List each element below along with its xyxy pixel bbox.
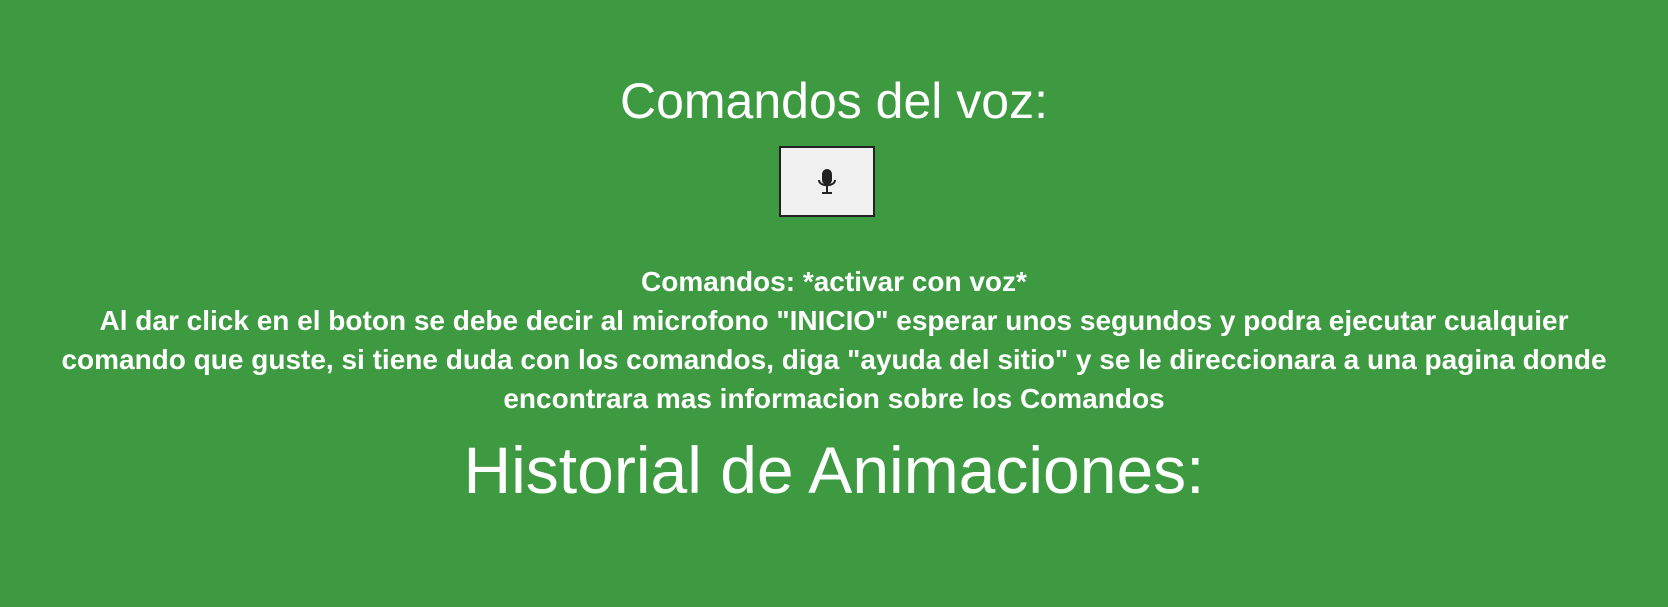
commands-heading: Comandos: *activar con voz*: [60, 262, 1608, 301]
animation-history-title: Historial de Animaciones:: [463, 433, 1205, 507]
commands-keyword: *activar con voz*: [802, 266, 1027, 297]
voice-commands-title: Comandos del voz:: [619, 73, 1048, 129]
commands-label: Comandos:: [641, 266, 803, 297]
microphone-button[interactable]: [779, 146, 875, 217]
commands-help: Comandos: *activar con voz* Al dar click…: [60, 262, 1608, 418]
microphone-icon: [816, 168, 838, 196]
voice-commands-panel: Comandos del voz: Comandos: *activar con…: [0, 0, 1668, 607]
commands-description: Al dar click en el boton se debe decir a…: [61, 305, 1607, 414]
